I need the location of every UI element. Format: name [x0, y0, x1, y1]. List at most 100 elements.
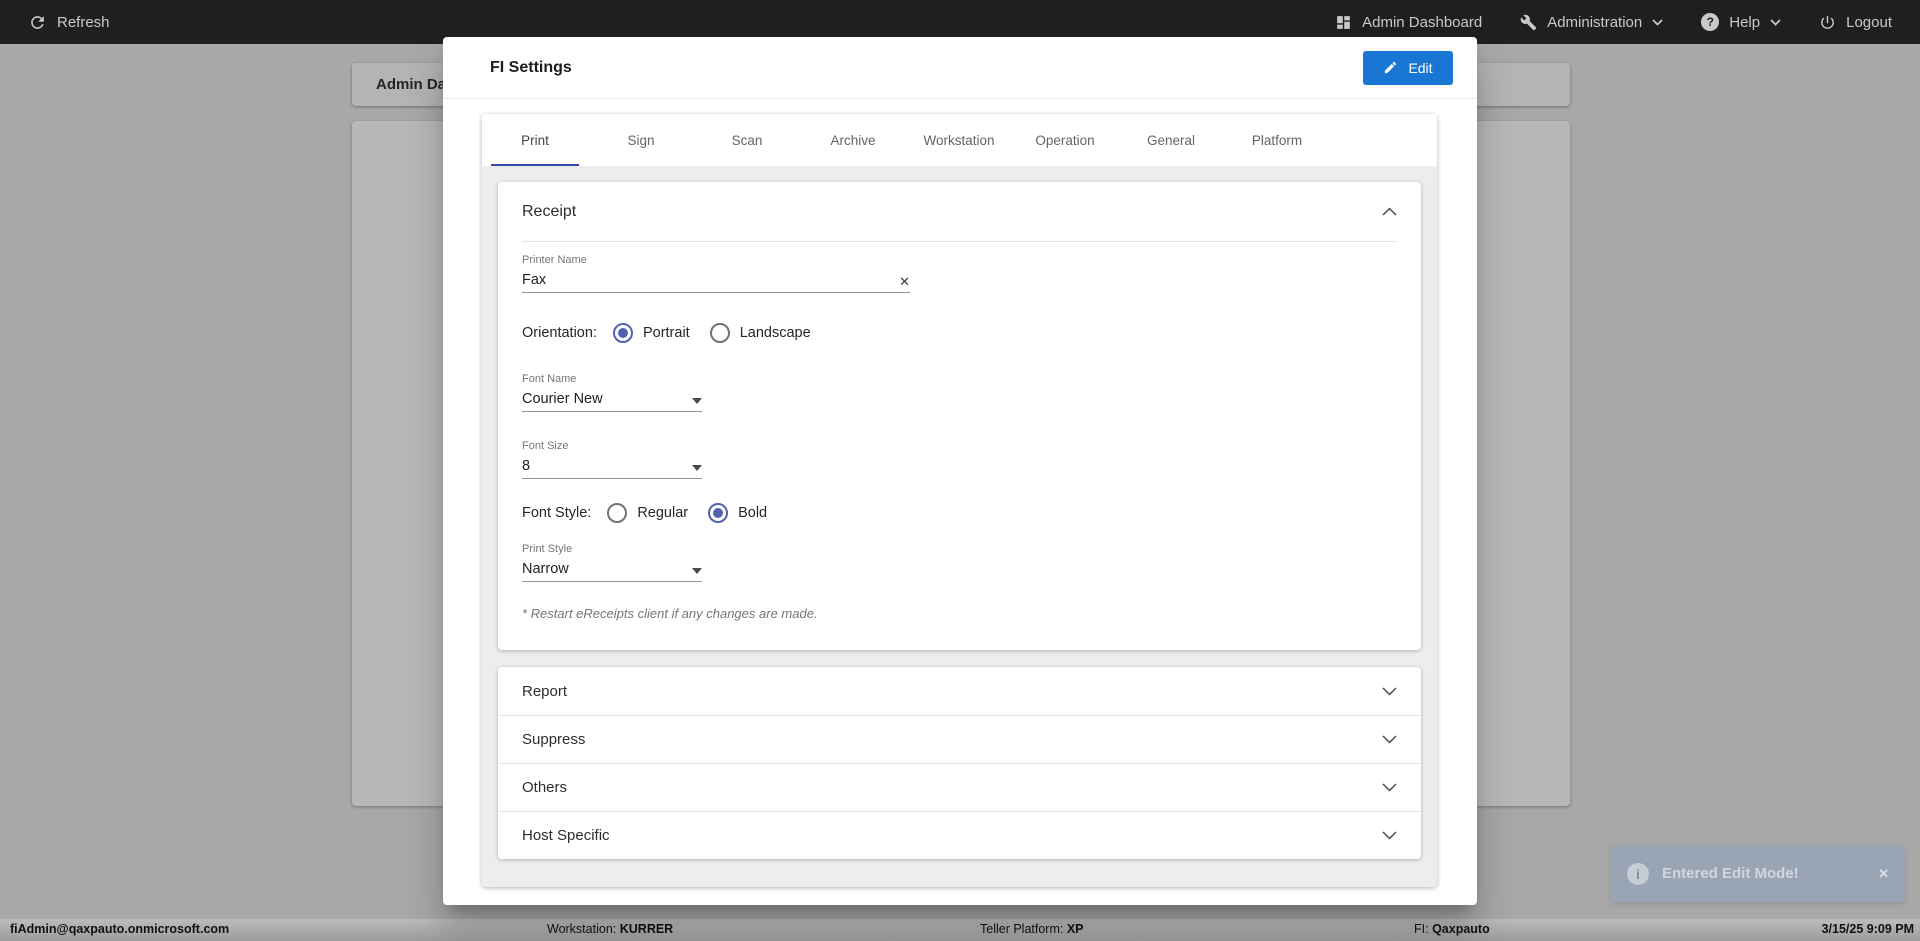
workstation-label: Workstation: [547, 922, 617, 936]
printer-name-field: Printer Name ✕ [522, 254, 910, 293]
fi-value: Qaxpauto [1432, 922, 1490, 936]
receipt-section-header[interactable]: Receipt [498, 182, 1421, 241]
tab-sign[interactable]: Sign [588, 114, 694, 166]
bold-label: Bold [738, 505, 768, 521]
clear-icon[interactable]: ✕ [899, 275, 910, 288]
section-report[interactable]: Report [498, 667, 1421, 715]
font-name-select[interactable]: Courier New [522, 388, 702, 412]
pencil-icon [1383, 60, 1398, 75]
dashboard-icon [1335, 14, 1352, 31]
tab-label: Archive [830, 132, 876, 148]
font-style-regular-option[interactable]: Regular [607, 503, 688, 523]
receipt-form: Printer Name ✕ Orientation: Portrait [498, 242, 1421, 621]
admin-dashboard-link[interactable]: Admin Dashboard [1335, 14, 1482, 31]
status-datetime: 3/15/25 9:09 PM [1821, 922, 1914, 936]
receipt-section: Receipt Printer Name ✕ [498, 182, 1421, 650]
refresh-icon [28, 13, 47, 32]
refresh-button[interactable]: Refresh [28, 13, 110, 32]
edit-button[interactable]: Edit [1363, 50, 1453, 85]
dropdown-arrow-icon [692, 465, 702, 471]
teller-platform-label: Teller Platform: [980, 922, 1064, 936]
print-style-field: Print Style Narrow [522, 543, 702, 582]
section-suppress[interactable]: Suppress [498, 715, 1421, 763]
font-size-select[interactable]: 8 [522, 455, 702, 479]
radio-unselected-icon [607, 503, 628, 523]
admin-dashboard-label: Admin Dashboard [1362, 13, 1483, 31]
tab-label: Scan [731, 132, 763, 148]
font-style-bold-option[interactable]: Bold [708, 503, 767, 523]
workstation-value: KURRER [619, 922, 674, 936]
printer-name-label: Printer Name [522, 254, 587, 266]
collapsed-sections: Report Suppress Others Host Specific [498, 667, 1421, 859]
tab-operation[interactable]: Operation [1012, 114, 1118, 166]
chevron-up-icon [1382, 207, 1397, 216]
font-size-field: Font Size 8 [522, 440, 702, 479]
orientation-field: Orientation: Portrait Landscape [522, 321, 1397, 345]
printer-name-input[interactable] [522, 272, 852, 288]
regular-label: Regular [637, 505, 689, 521]
edit-button-label: Edit [1408, 59, 1433, 76]
radio-unselected-icon [709, 323, 730, 343]
orientation-landscape-option[interactable]: Landscape [709, 323, 811, 343]
font-name-value: Courier New [522, 391, 603, 407]
settings-card: Print Sign Scan Archive Workstation Oper… [482, 114, 1437, 887]
chevron-down-icon [1382, 783, 1397, 792]
chevron-down-icon [1382, 735, 1397, 744]
section-title: Host Specific [522, 827, 610, 844]
tab-print[interactable]: Print [482, 114, 588, 166]
logout-button[interactable]: Logout [1819, 14, 1892, 31]
tab-label: General [1146, 132, 1196, 148]
portrait-label: Portrait [642, 325, 690, 341]
tab-label: Platform [1251, 132, 1303, 148]
help-icon: ? [1701, 13, 1720, 31]
tab-label: Sign [627, 132, 655, 148]
administration-label: Administration [1547, 13, 1643, 31]
status-workstation: Workstation: KURRER [547, 922, 673, 936]
dialog-title: FI Settings [490, 58, 572, 76]
tab-scan[interactable]: Scan [694, 114, 800, 166]
print-style-select[interactable]: Narrow [522, 558, 702, 582]
dropdown-arrow-icon [692, 398, 702, 404]
status-bar: fiAdmin@qaxpauto.onmicrosoft.com Worksta… [0, 919, 1920, 941]
help-menu[interactable]: ? Help [1701, 13, 1781, 31]
chevron-down-icon [1652, 18, 1663, 26]
radio-selected-icon [612, 323, 633, 343]
close-icon[interactable]: ✕ [1878, 866, 1889, 882]
administration-menu[interactable]: Administration [1520, 14, 1663, 31]
landscape-label: Landscape [739, 325, 811, 341]
font-size-label: Font Size [522, 440, 569, 452]
settings-tab-bar: Print Sign Scan Archive Workstation Oper… [482, 114, 1437, 166]
font-style-label: Font Style: [522, 505, 592, 521]
font-name-field: Font Name Courier New [522, 373, 702, 412]
status-fi: FI: Qaxpauto [1414, 922, 1490, 936]
wrench-icon [1520, 14, 1537, 31]
tab-archive[interactable]: Archive [800, 114, 906, 166]
section-title: Report [522, 682, 568, 700]
section-others[interactable]: Others [498, 763, 1421, 811]
radio-selected-icon [708, 503, 729, 523]
section-title: Suppress [522, 731, 586, 748]
tab-label: Print [521, 132, 549, 148]
fi-label: FI: [1414, 922, 1429, 936]
active-tab-indicator [491, 164, 579, 166]
tab-general[interactable]: General [1118, 114, 1224, 166]
toast-message: Entered Edit Mode! [1662, 865, 1799, 882]
help-label: Help [1729, 13, 1761, 31]
tab-platform[interactable]: Platform [1224, 114, 1330, 166]
chevron-down-icon [1382, 831, 1397, 840]
teller-platform-value: XP [1066, 922, 1084, 936]
tab-workstation[interactable]: Workstation [906, 114, 1012, 166]
tab-label: Workstation [923, 132, 995, 148]
receipt-section-title: Receipt [522, 202, 577, 220]
print-style-value: Narrow [522, 561, 569, 577]
dropdown-arrow-icon [692, 568, 702, 574]
refresh-label: Refresh [57, 13, 110, 31]
info-icon: i [1627, 862, 1649, 885]
power-icon [1819, 14, 1836, 31]
logout-label: Logout [1846, 13, 1892, 31]
print-tab-content: Receipt Printer Name ✕ [482, 166, 1437, 887]
chevron-down-icon [1382, 686, 1397, 696]
tab-label: Operation [1035, 132, 1095, 148]
section-host-specific[interactable]: Host Specific [498, 811, 1421, 859]
orientation-portrait-option[interactable]: Portrait [612, 323, 690, 343]
